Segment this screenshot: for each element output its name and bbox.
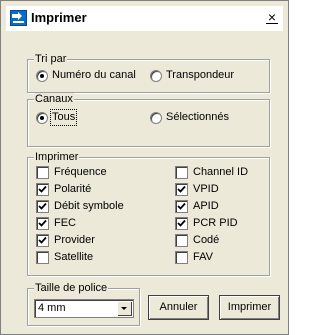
print-field-label: VPID — [193, 183, 219, 195]
print-field-label: FAV — [193, 251, 213, 263]
window-title: Imprimer — [31, 10, 87, 25]
close-icon[interactable]: × — [264, 8, 280, 26]
print-field-checkbox[interactable]: Channel ID — [175, 166, 248, 179]
checkmark-icon — [36, 217, 49, 230]
radio-selected-icon — [36, 111, 48, 124]
empty-checkbox-icon — [36, 166, 49, 179]
channels-selected-radio[interactable]: Sélectionnés — [150, 111, 229, 124]
print-field-checkbox[interactable]: Polarité — [36, 183, 91, 196]
print-field-label: FEC — [54, 217, 76, 229]
print-field-label: Codé — [193, 234, 220, 246]
print-field-checkbox[interactable]: FAV — [175, 251, 213, 264]
app-icon — [10, 10, 27, 26]
sort-option-label: Transpondeur — [166, 69, 235, 81]
sort-by-transponder-radio[interactable]: Transpondeur — [150, 69, 234, 82]
channels-all-radio[interactable]: Tous — [36, 109, 78, 126]
empty-checkbox-icon — [36, 251, 49, 264]
print-dialog: Imprimer × Tri par Numéro du canal Trans… — [0, 0, 289, 335]
checkmark-icon — [36, 234, 49, 247]
font-size-group-legend: Taille de police — [34, 282, 109, 295]
print-field-checkbox[interactable]: Provider — [36, 234, 95, 247]
print-field-checkbox[interactable]: PCR PID — [175, 217, 238, 230]
print-field-label: Polarité — [54, 183, 92, 195]
print-field-checkbox[interactable]: Débit symbole — [36, 200, 124, 213]
sort-group: Tri par Numéro du canal Transpondeur — [27, 53, 270, 93]
print-field-label: Channel ID — [193, 166, 249, 178]
checkmark-icon — [175, 200, 188, 213]
empty-checkbox-icon — [175, 166, 188, 179]
print-field-checkbox[interactable]: Satellite — [36, 251, 93, 264]
checkmark-icon — [175, 217, 188, 230]
print-field-checkbox[interactable]: VPID — [175, 183, 219, 196]
checkmark-icon — [36, 183, 49, 196]
empty-checkbox-icon — [175, 251, 188, 264]
checkmark-icon — [175, 183, 188, 196]
font-size-select[interactable]: 4 mm — [34, 299, 134, 318]
font-size-value: 4 mm — [38, 302, 66, 314]
print-button[interactable]: Imprimer — [219, 295, 280, 320]
print-field-checkbox[interactable]: FEC — [36, 217, 76, 230]
title-bar[interactable]: Imprimer × — [6, 6, 283, 31]
print-field-checkbox[interactable]: Codé — [175, 234, 219, 247]
channels-option-label: Sélectionnés — [166, 111, 229, 123]
print-fields-group-legend: Imprimer — [34, 151, 80, 164]
print-field-label: PCR PID — [193, 217, 238, 229]
empty-checkbox-icon — [175, 234, 188, 247]
print-field-label: Fréquence — [54, 166, 107, 178]
print-field-label: Provider — [54, 234, 95, 246]
print-field-label: Débit symbole — [54, 200, 124, 212]
print-fields-group: Imprimer Fréquence Polarité Débit symbole F… — [27, 151, 270, 276]
radio-unselected-icon — [150, 69, 162, 82]
chevron-down-icon[interactable] — [117, 301, 132, 316]
print-field-label: APID — [193, 200, 219, 212]
sort-group-legend: Tri par — [34, 53, 68, 66]
channels-option-label: Tous — [49, 109, 78, 126]
font-size-group: Taille de police 4 mm — [27, 282, 140, 326]
cancel-button[interactable]: Annuler — [148, 295, 209, 320]
sort-by-channel-number-radio[interactable]: Numéro du canal — [36, 69, 136, 82]
channels-group: Canaux Tous Sélectionnés — [27, 93, 270, 147]
radio-unselected-icon — [150, 111, 162, 124]
print-field-checkbox[interactable]: APID — [175, 200, 219, 213]
checkmark-icon — [36, 200, 49, 213]
sort-option-label: Numéro du canal — [52, 69, 136, 81]
radio-selected-icon — [36, 69, 48, 82]
print-field-label: Satellite — [54, 251, 94, 263]
print-field-checkbox[interactable]: Fréquence — [36, 166, 107, 179]
channels-group-legend: Canaux — [34, 93, 74, 106]
